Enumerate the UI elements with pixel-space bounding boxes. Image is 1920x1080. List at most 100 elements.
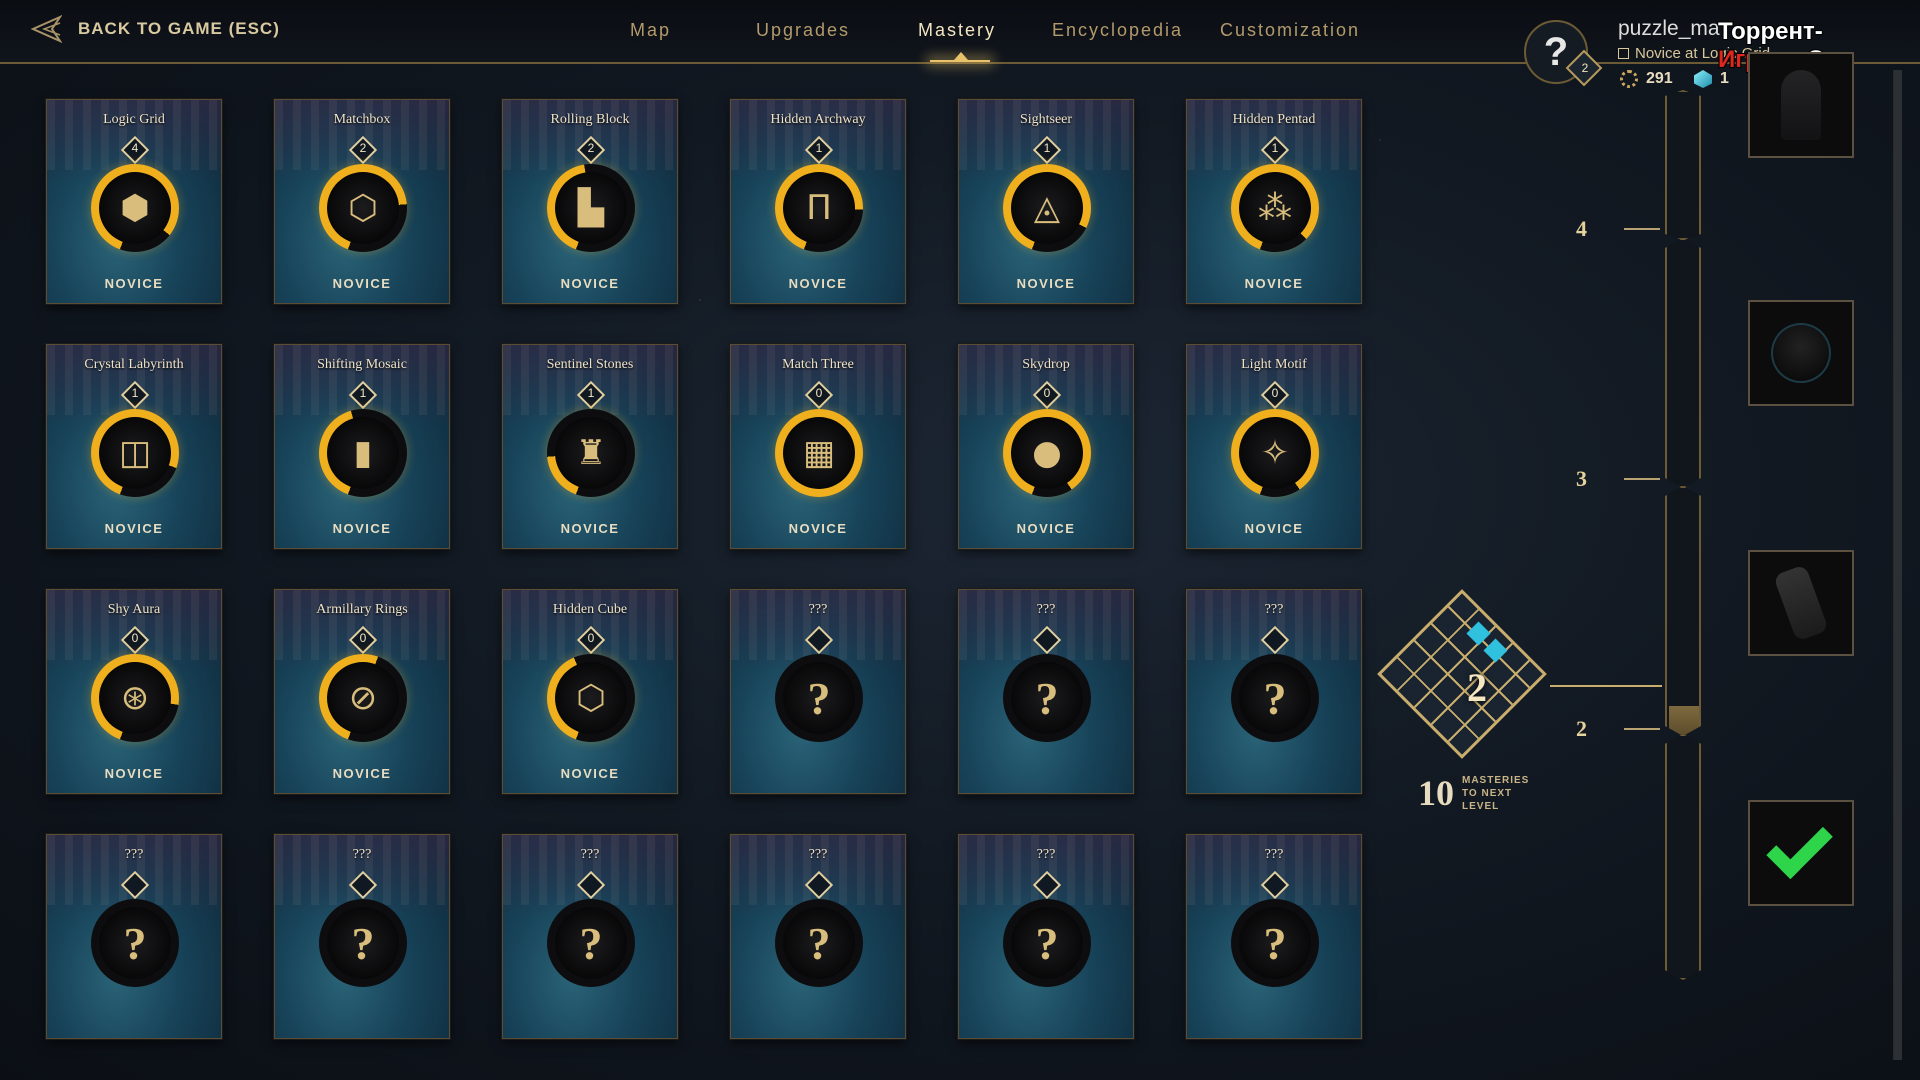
eye-icon: ◬ [1011,172,1083,244]
card-title: Matchbox [333,112,391,127]
username: puzzle_ma [1618,17,1720,40]
card-title: Sentinel Stones [546,357,634,372]
card-glyph: ? [579,917,603,969]
card-level: NOVICE [1016,521,1076,536]
card-progress-ring: ⬢ [91,164,179,252]
card-title: ??? [124,847,144,862]
mastery-card[interactable]: Sentinel Stones 1 ♜ NOVICE [502,344,678,549]
card-glyph: ● [1032,433,1062,473]
question-icon: ? [1239,907,1311,979]
card-progress-ring: ? [1003,899,1091,987]
tab-customization[interactable]: Customization [1220,20,1360,41]
mosaic-icon: ▮ [327,417,399,489]
card-glyph: ▮ [353,433,373,473]
card-title: ??? [1036,602,1056,617]
card-glyph: ? [807,672,831,724]
gem-icon [1694,70,1712,88]
mastery-card[interactable]: ???? [1186,589,1362,794]
card-title: ??? [352,847,372,862]
tab-encyclopedia[interactable]: Encyclopedia [1052,20,1183,41]
card-count: 0 [131,631,139,645]
active-tab-caret [954,52,968,60]
spheres-icon: ● [1011,417,1083,489]
reward-head[interactable] [1748,300,1854,406]
reward-outfit[interactable] [1748,52,1854,158]
card-count: 0 [815,386,823,400]
level-track [1665,90,1701,980]
mastery-card[interactable]: Hidden Archway 1 Π NOVICE [730,99,906,304]
edit-icon [1618,48,1629,59]
mastery-card[interactable]: Shifting Mosaic 1 ▮ NOVICE [274,344,450,549]
mastery-card[interactable]: ???? [502,834,678,1039]
mastery-card[interactable]: Hidden Cube 0 ⬡ NOVICE [502,589,678,794]
card-title: ??? [808,847,828,862]
card-count-badge [1260,625,1290,655]
card-glyph: ⊘ [348,678,378,718]
mastery-card[interactable]: Armillary Rings 0 ⊘ NOVICE [274,589,450,794]
card-title: Crystal Labyrinth [84,357,184,372]
tab-mastery[interactable]: Mastery [918,20,996,41]
tab-map[interactable]: Map [630,20,671,41]
card-count: 1 [131,386,139,400]
card-count-badge [120,870,150,900]
active-tab-underline [930,60,990,62]
card-progress-ring: ? [319,899,407,987]
card-progress-ring: ? [1231,899,1319,987]
card-progress-ring: ▙ [547,164,635,252]
mastery-card[interactable]: Match Three 0 ▦ NOVICE [730,344,906,549]
card-glyph: ⬡ [348,188,378,228]
mastery-card[interactable]: Hidden Pentad 1 ⁂ NOVICE [1186,99,1362,304]
card-progress-ring: ⁂ [1231,164,1319,252]
blocks-icon: ▙ [555,172,627,244]
mastery-card[interactable]: Skydrop 0 ● NOVICE [958,344,1134,549]
card-progress-ring: ? [775,654,863,742]
mastery-card[interactable]: Shy Aura 0 ⊛ NOVICE [46,589,222,794]
mastery-card[interactable]: Crystal Labyrinth 1 ◫ NOVICE [46,344,222,549]
reward-gauntlet[interactable] [1748,550,1854,656]
card-title: Logic Grid [103,112,165,127]
card-progress-ring: ◬ [1003,164,1091,252]
mastery-card[interactable]: Light Motif 0 ✧ NOVICE [1186,344,1362,549]
mastery-card[interactable]: ???? [274,834,450,1039]
mastery-card[interactable]: ???? [958,589,1134,794]
mastery-card[interactable]: ???? [958,834,1134,1039]
card-title: Hidden Archway [770,112,866,127]
card-glyph: ? [123,917,147,969]
track-segment [1665,486,1701,736]
archway-icon: Π [783,172,855,244]
mastery-card[interactable]: ???? [46,834,222,1039]
coin-icon [1620,70,1638,88]
card-level: NOVICE [788,521,848,536]
mastery-card[interactable]: ???? [730,834,906,1039]
card-progress-ring: ? [1231,654,1319,742]
card-count: 1 [1043,141,1051,155]
tab-upgrades[interactable]: Upgrades [756,20,850,41]
motif-icon: ✧ [1239,417,1311,489]
card-title: Shy Aura [107,602,161,617]
card-level: NOVICE [560,521,620,536]
card-title: Skydrop [1022,357,1070,372]
card-title: Hidden Pentad [1232,112,1316,127]
orbit-icon: ⊛ [99,662,171,734]
head-icon [1771,323,1831,383]
card-progress-ring: ◫ [91,409,179,497]
mastery-card[interactable]: ???? [1186,834,1362,1039]
scrollbar[interactable] [1893,70,1902,1060]
card-title: ??? [580,847,600,862]
scrollbar-thumb[interactable] [1894,70,1902,1060]
card-count: 0 [1043,386,1051,400]
reward-unlocked[interactable] [1748,800,1854,906]
card-count-badge [1032,870,1062,900]
mastery-card[interactable]: Sightseer 1 ◬ NOVICE [958,99,1134,304]
question-icon: ? [555,907,627,979]
watermark-part-1: Торрент- [1718,18,1823,45]
mastery-card[interactable]: Logic Grid 4 ⬢ NOVICE [46,99,222,304]
card-count-badge [1260,870,1290,900]
mastery-card[interactable]: Rolling Block 2 ▙ NOVICE [502,99,678,304]
card-level: NOVICE [332,521,392,536]
mastery-card[interactable]: Matchbox 2 ⬡ NOVICE [274,99,450,304]
card-progress-ring: ⊛ [91,654,179,742]
masteries-to-next: 10 MASTERIES TO NEXT LEVEL [1418,772,1542,814]
question-icon: ? [1239,662,1311,734]
mastery-card[interactable]: ???? [730,589,906,794]
